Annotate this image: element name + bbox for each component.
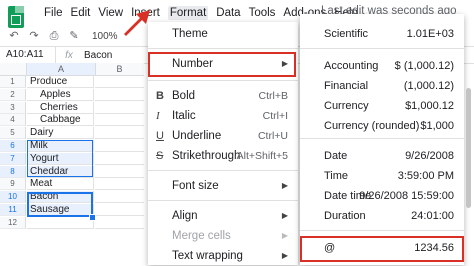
submenu-arrow-icon: ▶ [281, 231, 288, 240]
row-header[interactable]: 4 [0, 114, 26, 127]
number-format-label: Currency [324, 100, 369, 112]
number-format-option[interactable]: Date time 9/26/2008 15:59:00 [300, 186, 464, 206]
cell-b[interactable] [95, 217, 144, 229]
cell-a[interactable]: Dairy [27, 127, 94, 140]
cell-a[interactable]: Meat [27, 178, 94, 191]
menu-tools[interactable]: Tools [249, 7, 276, 19]
paint-format-icon[interactable]: ✎ [68, 30, 80, 42]
submenu-divider [300, 138, 464, 139]
number-format-example: $1,000.12 [405, 100, 454, 112]
menu-item-align[interactable]: Align ▶ [148, 206, 298, 226]
submenu-divider [300, 48, 464, 49]
row-header[interactable]: 10 [0, 191, 26, 204]
number-format-example: 3:59:00 PM [397, 170, 454, 182]
menu-data[interactable]: Data [216, 7, 240, 19]
number-format-label: Date [324, 150, 348, 162]
row-header[interactable]: 2 [0, 88, 26, 101]
submenu-scrollbar[interactable] [466, 88, 471, 208]
cell-b[interactable] [95, 166, 144, 178]
redo-icon[interactable]: ↷ [28, 30, 40, 42]
menu-view[interactable]: View [98, 7, 123, 19]
number-format-label: Financial [324, 80, 369, 92]
cell-b[interactable] [95, 89, 144, 101]
row-header[interactable]: 3 [0, 101, 26, 114]
underline-icon: U [156, 130, 164, 142]
number-format-submenu: Scientific 1.01E+03 Accounting $ (1,000.12)… [300, 14, 464, 265]
menu-item-bold[interactable]: B Bold Ctrl+B [148, 86, 298, 106]
number-format-option[interactable]: Currency $1,000.12 [300, 96, 464, 116]
zoom-select[interactable]: 100% [92, 31, 118, 42]
menu-edit[interactable]: Edit [71, 7, 91, 19]
number-format-example: 9/26/2008 15:59:00 [359, 190, 454, 202]
fx-icon: fx [65, 49, 73, 61]
number-format-option[interactable]: Scientific 1.01E+03 [300, 24, 464, 44]
cell-b[interactable] [95, 114, 144, 127]
number-format-label: Duration [324, 210, 366, 222]
cell-b[interactable] [95, 191, 144, 204]
cell-a[interactable]: Apples [27, 88, 94, 101]
menu-format[interactable]: Format [167, 6, 209, 20]
submenu-arrow-icon: ▶ [281, 181, 288, 190]
number-format-example: 1.01E+03 [406, 28, 454, 40]
number-format-option[interactable]: Currency (rounded) $1,000 [300, 116, 464, 136]
row-header[interactable]: 9 [0, 178, 26, 191]
menu-item-underline[interactable]: U Underline Ctrl+U [148, 126, 298, 146]
italic-icon: I [156, 110, 160, 122]
number-format-example: $1,000 [420, 120, 454, 132]
number-format-label: Scientific [324, 28, 369, 40]
cell-b[interactable] [95, 140, 144, 152]
print-icon[interactable]: ⎙ [48, 30, 60, 42]
cell-b[interactable] [95, 76, 144, 88]
number-format-example: (1,000.12) [403, 80, 454, 92]
submenu-arrow-icon: ▶ [281, 251, 288, 260]
name-box[interactable]: A10:A11 [0, 47, 56, 63]
row-header[interactable]: 5 [0, 127, 26, 140]
number-format-example: 9/26/2008 [405, 150, 454, 162]
cell-a[interactable]: Cabbage [27, 114, 94, 127]
number-highlight-box [148, 52, 296, 77]
menu-item-italic[interactable]: I Italic Ctrl+I [148, 106, 298, 126]
row-header[interactable]: 1 [0, 76, 26, 88]
undo-icon[interactable]: ↶ [8, 30, 20, 42]
number-format-label: Time [324, 170, 349, 182]
menu-item-theme[interactable]: Theme [148, 24, 298, 44]
cell-b[interactable] [95, 102, 144, 114]
number-format-example: $ (1,000.12) [394, 60, 454, 72]
cell-a[interactable]: Produce [27, 76, 94, 88]
number-format-option[interactable]: Time 3:59:00 PM [300, 166, 464, 186]
sheets-logo-icon[interactable] [8, 6, 24, 28]
cell-b[interactable] [95, 127, 144, 140]
row-header[interactable]: 6 [0, 140, 26, 152]
cell-b[interactable] [95, 204, 144, 216]
number-format-example: 24:01:00 [411, 210, 454, 222]
menu-item-strikethrough[interactable]: S Strikethrough Alt+Shift+5 [148, 146, 298, 166]
selection-range-milk-cheddar [27, 140, 93, 177]
menu-item-font-size[interactable]: Font size ▶ [148, 176, 298, 196]
number-format-label: Currency (rounded) [324, 120, 420, 132]
cell-a[interactable] [27, 216, 94, 229]
row-header[interactable]: 8 [0, 165, 26, 178]
number-format-option[interactable]: Financial (1,000.12) [300, 76, 464, 96]
number-format-option[interactable]: Accounting $ (1,000.12) [300, 56, 464, 76]
menu-item-text-wrapping[interactable]: Text wrapping ▶ [148, 246, 298, 266]
number-format-label: Accounting [324, 60, 379, 72]
fill-handle[interactable] [89, 214, 96, 221]
formula-input[interactable]: Bacon [84, 50, 112, 61]
strikethrough-icon: S [156, 150, 164, 162]
submenu-divider [300, 230, 464, 231]
row-header[interactable]: 11 [0, 204, 26, 216]
number-format-option[interactable]: Duration 24:01:00 [300, 206, 464, 226]
menu-file[interactable]: File [44, 7, 63, 19]
cell-b[interactable] [95, 153, 144, 165]
cell-b[interactable] [95, 178, 144, 191]
number-format-option[interactable]: Date 9/26/2008 [300, 146, 464, 166]
submenu-arrow-icon: ▶ [281, 211, 288, 220]
row-header[interactable]: 12 [0, 216, 26, 229]
menu-item-merge-cells: Merge cells ▶ [148, 226, 298, 246]
active-selection-range [27, 192, 93, 217]
plain-text-highlight-box [300, 236, 464, 262]
cell-a[interactable]: Cherries [27, 101, 94, 114]
bold-icon: B [156, 90, 164, 102]
row-header[interactable]: 7 [0, 152, 26, 165]
